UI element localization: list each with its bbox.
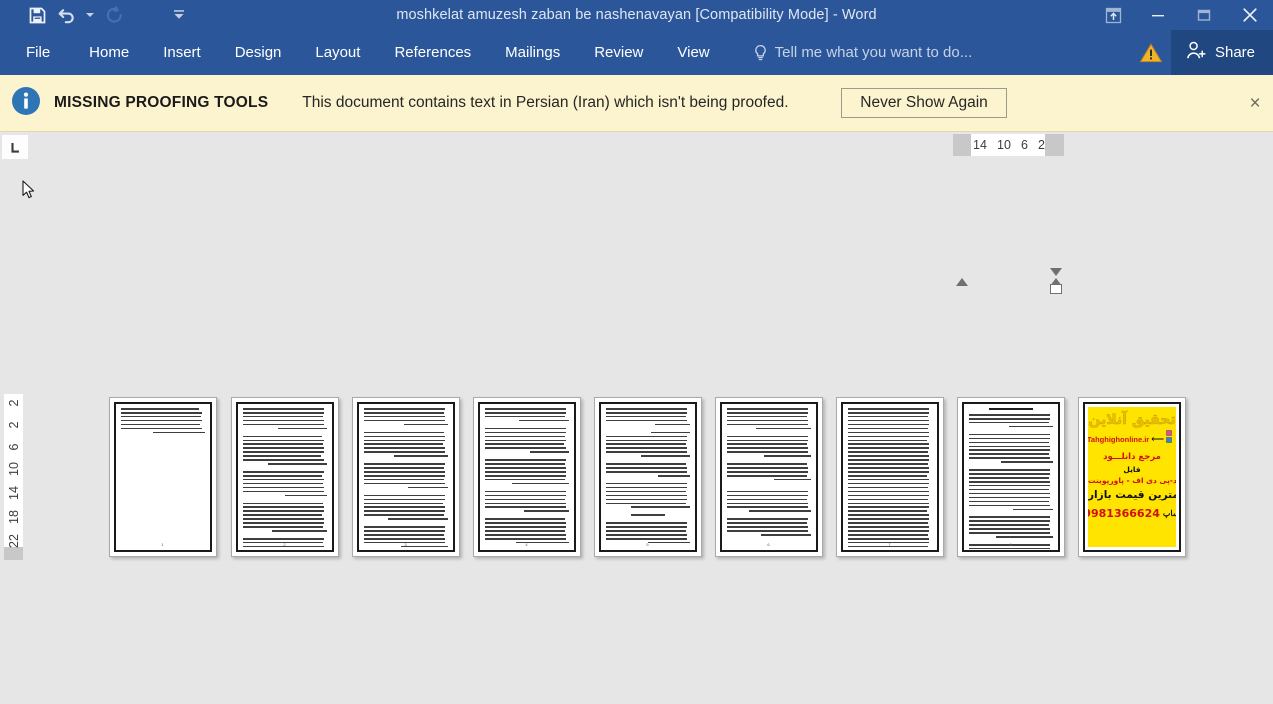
page-content-2 (236, 402, 334, 552)
horizontal-ruler[interactable]: 14 10 6 2 (953, 134, 1064, 156)
page-content-8 (962, 402, 1060, 552)
tab-stop-selector[interactable] (2, 135, 28, 159)
ad-file-label: فایل (1123, 464, 1141, 474)
tab-design[interactable]: Design (218, 30, 299, 75)
undo-dropdown-icon[interactable] (82, 2, 98, 28)
tab-review[interactable]: Review (577, 30, 660, 75)
never-show-again-button[interactable]: Never Show Again (841, 88, 1007, 118)
message-bar-title: MISSING PROOFING TOOLS (54, 94, 269, 111)
tell-me-box[interactable]: Tell me what you want to do... (753, 30, 973, 75)
tab-file[interactable]: File (0, 30, 72, 75)
page-footer-5: 5 (646, 542, 650, 547)
title-bar: moshkelat amuzesh zaban be nashenavayan … (0, 0, 1273, 30)
advertisement-banner: تحقیق آنلاین Tahghighonline.ir ⟵ مرجع دا… (1088, 407, 1176, 547)
page-footer-8: 8 (1009, 542, 1013, 547)
tab-mailings[interactable]: Mailings (488, 30, 577, 75)
arrow-left-icon: ⟵ (1151, 433, 1165, 444)
message-bar-body: This document contains text in Persian (… (302, 94, 789, 111)
page-thumbnail-3[interactable]: 3 (352, 397, 460, 557)
page-footer-4: 4 (525, 542, 529, 547)
first-line-indent-marker[interactable] (1050, 268, 1062, 276)
page-thumbnail-row: 1 2 3 4 5 6 7 8 تحقیق آنلاین Tahghighonl… (0, 397, 1273, 567)
ad-logo-icons (1166, 429, 1176, 449)
ad-contact-row: 09981366624 واتساپ (1088, 507, 1176, 520)
close-icon[interactable]: × (1244, 92, 1266, 114)
customize-qat-icon[interactable] (164, 2, 194, 28)
page-footer-7: 7 (888, 542, 892, 547)
page-content-7 (841, 402, 939, 552)
hruler-tick-2: 2 (1038, 138, 1045, 152)
message-bar: MISSING PROOFING TOOLS This document con… (0, 75, 1273, 132)
tab-references[interactable]: References (377, 30, 488, 75)
window-controls (1091, 0, 1273, 30)
ad-price-text: با کمترین قیمت بازار (1088, 489, 1176, 502)
tab-layout[interactable]: Layout (298, 30, 377, 75)
close-button[interactable] (1227, 0, 1273, 30)
restore-button[interactable] (1181, 0, 1227, 30)
word-window: moshkelat amuzesh zaban be nashenavayan … (0, 0, 1273, 704)
share-button[interactable]: Share (1170, 30, 1273, 75)
hruler-tick-14: 14 (973, 138, 987, 152)
document-workspace[interactable]: 14 10 6 2 2 2 6 10 14 18 22 1 2 3 4 5 6 … (0, 132, 1273, 704)
page-footer-1: 1 (161, 542, 165, 547)
ribbon-tab-strip: File Home Insert Design Layout Reference… (0, 30, 1273, 75)
lightbulb-icon (753, 44, 768, 62)
page-thumbnail-8[interactable]: 8 (957, 397, 1065, 557)
page-content-6 (720, 402, 818, 552)
minimize-button[interactable] (1135, 0, 1181, 30)
page-footer-3: 3 (404, 542, 408, 547)
page-thumbnail-2[interactable]: 2 (231, 397, 339, 557)
page-thumbnail-6[interactable]: 6 (715, 397, 823, 557)
ad-website-url: Tahghighonline.ir (1088, 434, 1150, 444)
hruler-tick-6: 6 (1021, 138, 1028, 152)
share-person-icon (1185, 40, 1207, 65)
ad-brand-title: تحقیق آنلاین (1088, 412, 1176, 428)
tab-home[interactable]: Home (72, 30, 146, 75)
ad-url-row: Tahghighonline.ir ⟵ (1088, 429, 1176, 449)
page-footer-2: 2 (283, 542, 287, 547)
undo-icon[interactable] (52, 2, 82, 28)
save-icon[interactable] (22, 2, 52, 28)
ad-phone-number: 09981366624 (1088, 507, 1160, 521)
page-content-9: تحقیق آنلاین Tahghighonline.ir ⟵ مرجع دا… (1083, 402, 1181, 552)
ad-reference-text: مرجع دانلـــود (1103, 451, 1161, 462)
page-thumbnail-1[interactable]: 1 (109, 397, 217, 557)
page-content-1 (114, 402, 212, 552)
page-thumbnail-9[interactable]: تحقیق آنلاین Tahghighonline.ir ⟵ مرجع دا… (1078, 397, 1186, 557)
left-indent-box-marker[interactable] (1050, 284, 1062, 294)
mouse-cursor (22, 180, 36, 205)
redo-icon (98, 2, 128, 28)
page-content-3 (357, 402, 455, 552)
info-icon (10, 85, 42, 122)
ribbon-right-controls: Share (1131, 30, 1273, 75)
share-label: Share (1214, 44, 1255, 61)
horizontal-ruler-ticks: 14 10 6 2 (971, 134, 1049, 156)
tell-me-text: Tell me what you want to do... (774, 44, 973, 61)
ad-formats-text: ورد-پی دی اف - پاورپوینت (1088, 476, 1176, 486)
page-content-5 (599, 402, 697, 552)
ad-whatsapp-label: واتساپ (1162, 509, 1176, 519)
page-thumbnail-4[interactable]: 4 (473, 397, 581, 557)
page-thumbnail-5[interactable]: 5 (594, 397, 702, 557)
page-content-4 (478, 402, 576, 552)
ribbon-display-options-icon[interactable] (1091, 0, 1135, 30)
tab-view[interactable]: View (660, 30, 726, 75)
page-footer-6: 6 (767, 542, 771, 547)
page-thumbnail-7[interactable]: 7 (836, 397, 944, 557)
hanging-indent-marker[interactable] (956, 278, 968, 286)
quick-access-toolbar (0, 0, 194, 30)
tab-insert[interactable]: Insert (146, 30, 218, 75)
warning-icon[interactable] (1131, 30, 1171, 75)
hruler-tick-10: 10 (997, 138, 1011, 152)
